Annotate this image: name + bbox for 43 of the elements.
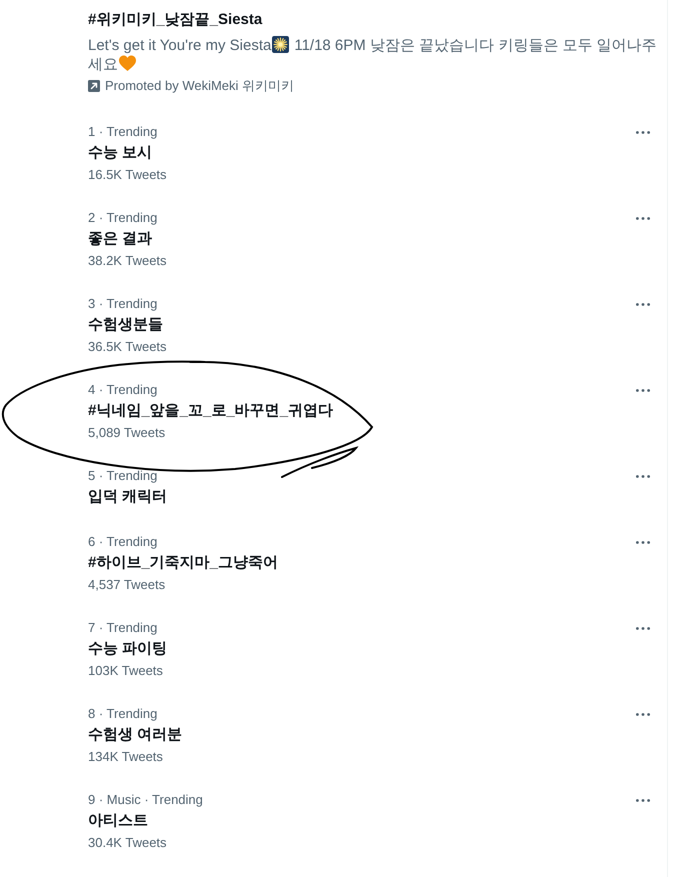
more-icon[interactable] <box>636 540 650 544</box>
trend-title[interactable]: 수능 파이팅 <box>88 638 168 660</box>
tweet-count: 38.2K Tweets <box>88 252 167 270</box>
description-text: Let's get it You're my Siesta <box>88 37 272 54</box>
more-icon[interactable] <box>636 474 650 478</box>
tweet-count: 30.4K Tweets <box>88 834 167 852</box>
trend-title[interactable]: #닉네임_앞을_꼬_로_바꾸면_귀엽다 <box>88 400 334 422</box>
description-text: 11/18 6PM 낮잠은 끝났습니다 키링들은 모두 일어나주 <box>294 37 657 54</box>
tweet-count: 36.5K Tweets <box>88 338 167 356</box>
trend-title[interactable]: 수험생 여러분 <box>88 724 182 746</box>
trend-title[interactable]: 좋은 결과 <box>88 228 152 250</box>
trend-context: 1 · Trending <box>88 123 158 141</box>
trend-title[interactable]: #위키미키_낮잠끝_Siesta <box>88 10 262 30</box>
tweet-count: 134K Tweets <box>88 748 163 766</box>
trend-title[interactable]: 입덕 캐릭터 <box>88 486 168 508</box>
more-icon[interactable] <box>636 712 650 716</box>
trend-title[interactable]: 수능 보시 <box>88 142 152 164</box>
trend-context: 8 · Trending <box>88 705 158 723</box>
more-icon[interactable] <box>636 388 650 392</box>
trend-title[interactable]: 수험생분들 <box>88 314 163 336</box>
trend-title[interactable]: #하이브_기죽지마_그냥죽어 <box>88 552 278 574</box>
heart-icon <box>119 55 136 72</box>
tweet-count: 103K Tweets <box>88 662 163 680</box>
more-icon[interactable] <box>636 798 650 802</box>
trend-context: 5 · Trending <box>88 467 158 485</box>
arrow-square-icon <box>88 80 100 92</box>
trend-context: 4 · Trending <box>88 381 158 399</box>
tweet-count: 5,089 Tweets <box>88 424 166 442</box>
tweet-count: 16.5K Tweets <box>88 166 167 184</box>
more-icon[interactable] <box>636 216 650 220</box>
description-text: 세요 <box>88 56 118 73</box>
sparkler-icon <box>272 36 290 53</box>
more-icon[interactable] <box>636 626 650 630</box>
more-icon[interactable] <box>636 130 650 134</box>
promoted-by-text: Promoted by WekiMeki 위키미키 <box>105 77 294 95</box>
trend-context: 9 · Music · Trending <box>88 791 203 809</box>
trend-context: 6 · Trending <box>88 533 158 551</box>
trend-context: 3 · Trending <box>88 295 158 313</box>
more-icon[interactable] <box>636 302 650 306</box>
trend-context: 7 · Trending <box>88 619 158 637</box>
tweet-count: 4,537 Tweets <box>88 576 166 594</box>
trend-context: 2 · Trending <box>88 209 158 227</box>
trend-title[interactable]: 아티스트 <box>88 810 148 832</box>
